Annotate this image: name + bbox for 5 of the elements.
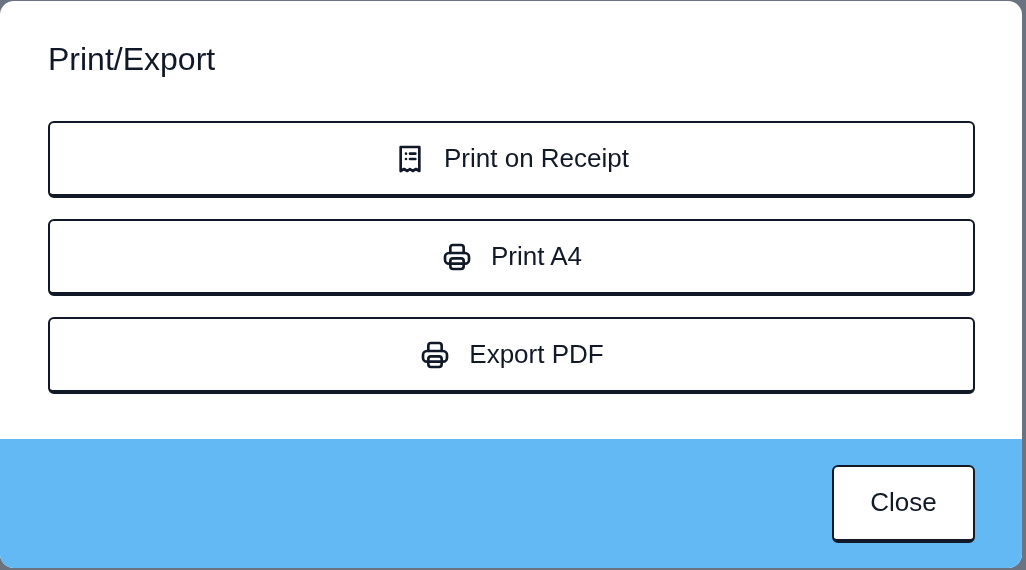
option-button[interactable]: Print A4	[48, 219, 975, 296]
close-button[interactable]: Close	[832, 464, 975, 543]
option-button[interactable]: Print on Receipt	[48, 121, 975, 198]
dialog-title: Print/Export	[48, 40, 217, 79]
option-button[interactable]: Export PDF	[48, 317, 975, 394]
